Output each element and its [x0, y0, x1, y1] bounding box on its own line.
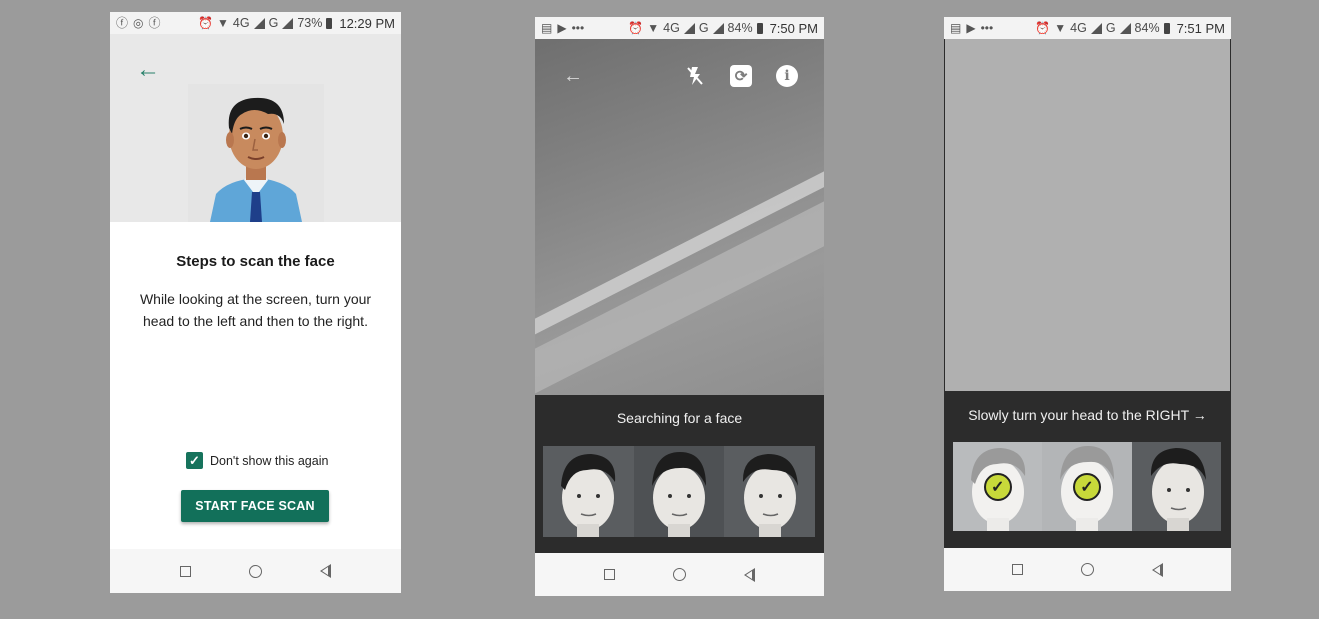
wifi-icon: ▼ [647, 21, 660, 35]
face-guide-strip: ✓ ✓ [953, 442, 1221, 531]
clock: 12:29 PM [339, 15, 395, 31]
facebook-notification-icon: ⓕ [116, 16, 129, 30]
face-guide-center-done: ✓ [1042, 442, 1132, 531]
back-arrow-icon[interactable]: ← [563, 66, 583, 86]
network-type: 4G [1070, 21, 1087, 35]
back-arrow-icon[interactable]: ← [136, 58, 160, 82]
network-type-2: G [268, 16, 279, 30]
face-guide-left-done: ✓ [953, 442, 1043, 531]
info-icon[interactable]: i [776, 65, 798, 87]
back-button[interactable] [1152, 562, 1163, 577]
battery-icon [756, 22, 763, 34]
back-button[interactable] [320, 564, 331, 578]
status-bar: ▤ ▶ ••• ⏰ ▼ 4G G 84% 7:51 PM [944, 17, 1231, 39]
checkbox-label: Don't show this again [210, 453, 329, 468]
nav-bar [110, 549, 401, 593]
page-title: Steps to scan the face [176, 253, 335, 270]
battery-icon [326, 17, 333, 29]
camera-flip-icon[interactable]: ⟳ [730, 65, 752, 87]
status-bar: ⓕ ◎ ⓕ ⏰ ▼ 4G G 73% 12:29 PM [110, 12, 401, 34]
recents-button[interactable] [1012, 564, 1023, 575]
signal-icon [683, 22, 695, 34]
face-guide-strip [543, 446, 816, 537]
turn-instruction-text: Slowly turn your head to the RIGHT → [968, 407, 1207, 423]
alarm-icon: ⏰ [628, 21, 644, 35]
dont-show-again-row[interactable]: ✓ Don't show this again [186, 452, 328, 469]
camera-preview [945, 39, 1230, 391]
checkmark-icon: ✓ [983, 472, 1012, 501]
nav-bar [944, 548, 1231, 591]
wifi-icon: ▼ [217, 16, 229, 30]
battery-percent: 84% [1134, 21, 1160, 35]
camera-preview: ← ⟳ i [535, 39, 824, 395]
signal-icon [253, 17, 265, 29]
start-face-scan-button[interactable]: START FACE SCAN [181, 490, 329, 522]
home-button[interactable] [673, 568, 686, 581]
flash-off-icon[interactable] [684, 65, 706, 87]
face-guide-left [543, 446, 634, 537]
signal-icon [1119, 22, 1131, 34]
scan-status-text: Searching for a face [616, 410, 743, 426]
phone-screen-scanning: ▤ ▶ ••• ⏰ ▼ 4G G 84% 7:50 PM ← ⟳ i Searc… [535, 17, 824, 596]
phone-screen-turn-right: ▤ ▶ ••• ⏰ ▼ 4G G 84% 7:51 PM Slowly turn… [944, 17, 1231, 591]
nav-bar [535, 553, 824, 596]
more-notifications-icon: ••• [571, 21, 585, 35]
signal-icon [1090, 22, 1102, 34]
clock: 7:50 PM [769, 20, 818, 36]
battery-percent: 84% [727, 21, 753, 35]
recents-button[interactable] [604, 569, 615, 580]
youtube-notification-icon: ▶ [966, 21, 976, 35]
signal-icon [712, 22, 724, 34]
hero-illustration: ← [110, 34, 401, 222]
clock: 7:51 PM [1176, 20, 1225, 36]
whatsapp-notification-icon: ◎ [133, 16, 144, 30]
back-button[interactable] [744, 567, 755, 582]
youtube-notification-icon: ▶ [557, 21, 567, 35]
network-type: 4G [232, 16, 250, 30]
home-button[interactable] [249, 564, 262, 578]
network-type-2: G [698, 21, 709, 35]
recents-button[interactable] [180, 565, 191, 577]
message-notification-icon: ▤ [950, 21, 962, 35]
alarm-icon: ⏰ [1035, 21, 1051, 35]
wifi-icon: ▼ [1054, 21, 1067, 35]
face-guide-right-active [1131, 442, 1221, 531]
scan-panel: Searching for a face [535, 395, 824, 553]
face-guide-center [633, 446, 725, 537]
checkmark-icon: ✓ [1072, 472, 1101, 501]
instructions-text: While looking at the screen, turn your h… [139, 291, 372, 329]
status-bar: ▤ ▶ ••• ⏰ ▼ 4G G 84% 7:50 PM [535, 17, 824, 39]
dont-show-again-checkbox[interactable]: ✓ [186, 452, 203, 469]
message-notification-icon: ▤ [541, 21, 553, 35]
avatar-illustration [188, 84, 324, 222]
alarm-icon: ⏰ [198, 16, 213, 30]
battery-icon [1163, 22, 1170, 34]
phone-screen-intro: ⓕ ◎ ⓕ ⏰ ▼ 4G G 73% 12:29 PM ← Steps to s… [110, 12, 401, 593]
signal-icon [282, 17, 294, 29]
network-type: 4G [663, 21, 680, 35]
more-notifications-icon: ••• [980, 21, 994, 35]
facebook-notification-icon: ⓕ [148, 16, 161, 30]
network-type-2: G [1105, 21, 1116, 35]
face-guide-right [724, 446, 816, 537]
battery-percent: 73% [297, 16, 323, 30]
home-button[interactable] [1081, 563, 1094, 576]
